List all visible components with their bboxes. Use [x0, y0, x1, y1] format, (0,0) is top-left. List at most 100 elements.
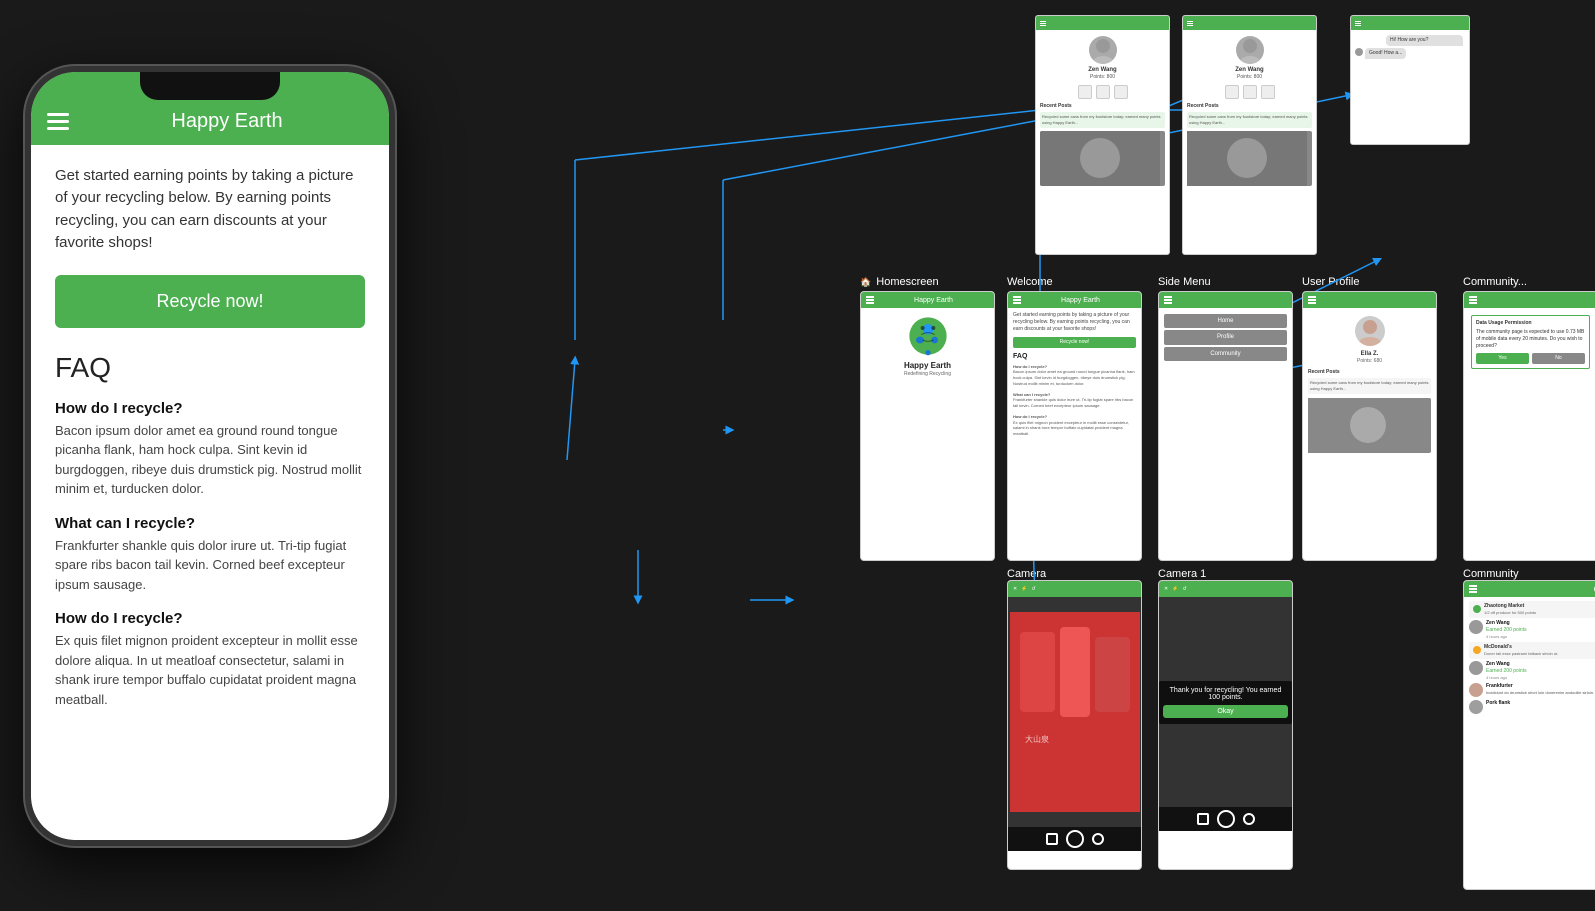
- recycle-button[interactable]: Recycle now!: [55, 275, 365, 328]
- community-bottom-ham: [1469, 585, 1477, 593]
- screen-community-bottom: Zhaotong Market 1/2 off produce for 500 …: [1463, 580, 1595, 890]
- user-time-2: 4 hours ago: [1486, 675, 1595, 681]
- label-side-menu: Side Menu: [1158, 276, 1211, 288]
- top-card-header-1: [1036, 16, 1169, 30]
- camera-ctrl-2: ⚡: [1021, 586, 1027, 592]
- top-card-body-1: Zen Wang Points: 800 Recent Posts Recycl…: [1036, 30, 1169, 190]
- camera-bottom-bar: [1008, 827, 1141, 851]
- user-post-text: Recycled some cans from my foodstore tod…: [1308, 378, 1431, 393]
- ham-icon-2: [1187, 20, 1193, 27]
- action-icon-6[interactable]: [1261, 85, 1275, 99]
- homescreen-ham: [866, 296, 874, 304]
- camera-gallery-btn[interactable]: [1046, 833, 1058, 845]
- community-user-4: Pork flank: [1469, 700, 1595, 714]
- camera-switch-btn[interactable]: [1092, 833, 1104, 845]
- camera1-controls: ✕ ⚡ ↺: [1164, 586, 1287, 592]
- profile-name-1: Zen Wang: [1040, 66, 1165, 74]
- top-profile-card-2: Zen Wang Points: 800 Recent Posts Recycl…: [1182, 15, 1317, 255]
- side-menu-header: [1159, 292, 1292, 308]
- menu-item-profile[interactable]: Profile: [1164, 330, 1287, 344]
- camera1-shutter-btn[interactable]: [1217, 810, 1235, 828]
- permission-no[interactable]: No: [1532, 353, 1585, 364]
- svg-text:大山泉: 大山泉: [1025, 734, 1049, 744]
- label-community-bottom: Community: [1463, 568, 1519, 580]
- chat-body: Hi! How are you? Good! How a...: [1351, 30, 1469, 65]
- profile-avatar-1: [1089, 36, 1117, 64]
- user-time-1: 4 hours ago: [1486, 634, 1595, 640]
- community-top-header: [1464, 292, 1595, 308]
- camera1-switch-btn[interactable]: [1243, 813, 1255, 825]
- homescreen-header: Happy Earth: [861, 292, 994, 308]
- store-dot-1: [1473, 605, 1481, 613]
- label-user-profile: User Profile: [1302, 276, 1359, 288]
- menu-item-home[interactable]: Home: [1164, 314, 1287, 328]
- store-item-2: McDonald's Doner tail esse pastrami fatb…: [1469, 642, 1595, 659]
- chat-avatar: [1355, 48, 1363, 56]
- welcome-ham: [1013, 296, 1021, 304]
- store-dot-2: [1473, 646, 1481, 654]
- camera1-bottom-bar: [1159, 807, 1292, 831]
- community-top-body: Data Usage Permission The community page…: [1464, 308, 1595, 376]
- profile-points-1: Points: 800: [1040, 74, 1165, 81]
- faq-item-2: What can I recycle? Frankfurter shankle …: [55, 515, 365, 595]
- recent-posts-label-1: Recent Posts: [1040, 103, 1165, 110]
- faq-q1: How do I recycle?: [55, 400, 365, 417]
- permission-btns: Yes No: [1476, 353, 1585, 364]
- phone-intro: Get started earning points by taking a p…: [55, 165, 365, 255]
- action-icon-2[interactable]: [1096, 85, 1110, 99]
- community-permission-box: Data Usage Permission The community page…: [1471, 315, 1590, 369]
- screen-camera1: ✕ ⚡ ↺ Thank you for recycling! You earne…: [1158, 580, 1293, 870]
- menu-item-community[interactable]: Community: [1164, 347, 1287, 361]
- okay-btn[interactable]: Okay: [1163, 705, 1288, 718]
- welcome-faq: FAQ: [1013, 352, 1136, 362]
- recent-posts-title: Recent Posts: [1308, 369, 1431, 376]
- user-points: Points: 680: [1308, 358, 1431, 365]
- camera1-gallery-btn[interactable]: [1197, 813, 1209, 825]
- store-1-name: Zhaotong Market: [1484, 603, 1536, 610]
- user-profile-ham: [1308, 296, 1316, 304]
- recent-post-text-1: Recycled some cans from my foodstore tod…: [1040, 112, 1165, 127]
- user-points-2: Earned 200 points: [1486, 668, 1595, 675]
- camera-controls: ✕ ⚡ ↺: [1013, 586, 1136, 592]
- user-avatar-4: [1469, 700, 1483, 714]
- action-icon-3[interactable]: [1114, 85, 1128, 99]
- top-card-header-2: [1183, 16, 1316, 30]
- store-1-desc: 1/2 off produce for 500 points: [1484, 610, 1536, 616]
- camera-shutter-btn[interactable]: [1066, 830, 1084, 848]
- faq-a1: Bacon ipsum dolor amet ea ground round t…: [55, 421, 365, 499]
- label-homescreen: 🏠 Homescreen: [860, 276, 939, 288]
- permission-title: Data Usage Permission: [1476, 320, 1585, 327]
- action-icon-1[interactable]: [1078, 85, 1092, 99]
- chat-header: [1351, 16, 1469, 30]
- globe-icon: [908, 316, 948, 356]
- user-name-3: Frankfurter: [1486, 683, 1595, 690]
- welcome-recycle-btn[interactable]: Recycle now!: [1013, 337, 1136, 348]
- post-image-2: [1187, 131, 1312, 186]
- community-top-ham: [1469, 296, 1477, 304]
- camera-image-svg: 大山泉: [1010, 612, 1140, 812]
- permission-yes[interactable]: Yes: [1476, 353, 1529, 364]
- chat-msg-2: Good! How a...: [1365, 48, 1406, 59]
- camera-ctrl-1: ✕: [1013, 586, 1017, 592]
- hamburger-icon[interactable]: [47, 113, 69, 130]
- faq-section: FAQ How do I recycle? Bacon ipsum dolor …: [55, 352, 365, 710]
- screen-user-profile: Ella Z. Points: 680 Recent Posts Recycle…: [1302, 291, 1437, 561]
- ham-icon-1: [1040, 20, 1046, 27]
- user-name-1: Zen Wang: [1486, 620, 1595, 627]
- camera1-header: ✕ ⚡ ↺: [1159, 581, 1292, 597]
- community-user-3: Frankfurter Incididunt do drumstick shor…: [1469, 683, 1595, 697]
- screen-side-menu: Home Profile Community: [1158, 291, 1293, 561]
- faq-title: FAQ: [55, 352, 365, 384]
- phone-notch: [140, 72, 280, 100]
- side-menu-ham: [1164, 296, 1172, 304]
- welcome-header: Happy Earth: [1008, 292, 1141, 308]
- user-profile-header: [1303, 292, 1436, 308]
- chat-card: Hi! How are you? Good! How a...: [1350, 15, 1470, 145]
- label-welcome: Welcome: [1007, 276, 1053, 288]
- camera1-ctrl-3: ↺: [1182, 586, 1186, 592]
- welcome-faq-text: How do I recycle? Bacon ipsum dolor amet…: [1013, 364, 1136, 437]
- action-icon-4[interactable]: [1225, 85, 1239, 99]
- action-icon-5[interactable]: [1243, 85, 1257, 99]
- recent-posts-label-2: Recent Posts: [1187, 103, 1312, 110]
- home-icon: 🏠: [860, 277, 871, 287]
